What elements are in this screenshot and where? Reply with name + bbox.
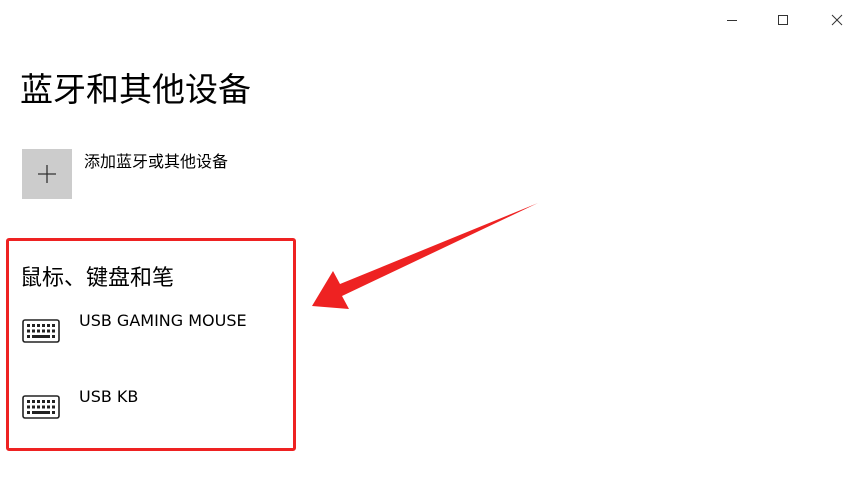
keyboard-icon (22, 395, 60, 419)
close-button[interactable] (814, 0, 858, 40)
keyboard-icon (22, 319, 60, 343)
device-name: USB GAMING MOUSE (79, 311, 247, 330)
page-title: 蓝牙和其他设备 (20, 70, 251, 109)
plus-icon (38, 165, 56, 183)
device-name: USB KB (79, 387, 139, 406)
close-icon (831, 14, 843, 26)
maximize-button[interactable] (760, 0, 806, 40)
add-device-label[interactable]: 添加蓝牙或其他设备 (84, 150, 228, 174)
minimize-icon (727, 20, 737, 21)
device-item[interactable]: USB GAMING MOUSE (22, 309, 282, 359)
device-item[interactable]: USB KB (22, 385, 282, 435)
minimize-button[interactable] (709, 0, 755, 40)
section-title: 鼠标、键盘和笔 (20, 266, 175, 291)
add-device-button[interactable] (22, 149, 72, 199)
maximize-icon (778, 15, 788, 25)
